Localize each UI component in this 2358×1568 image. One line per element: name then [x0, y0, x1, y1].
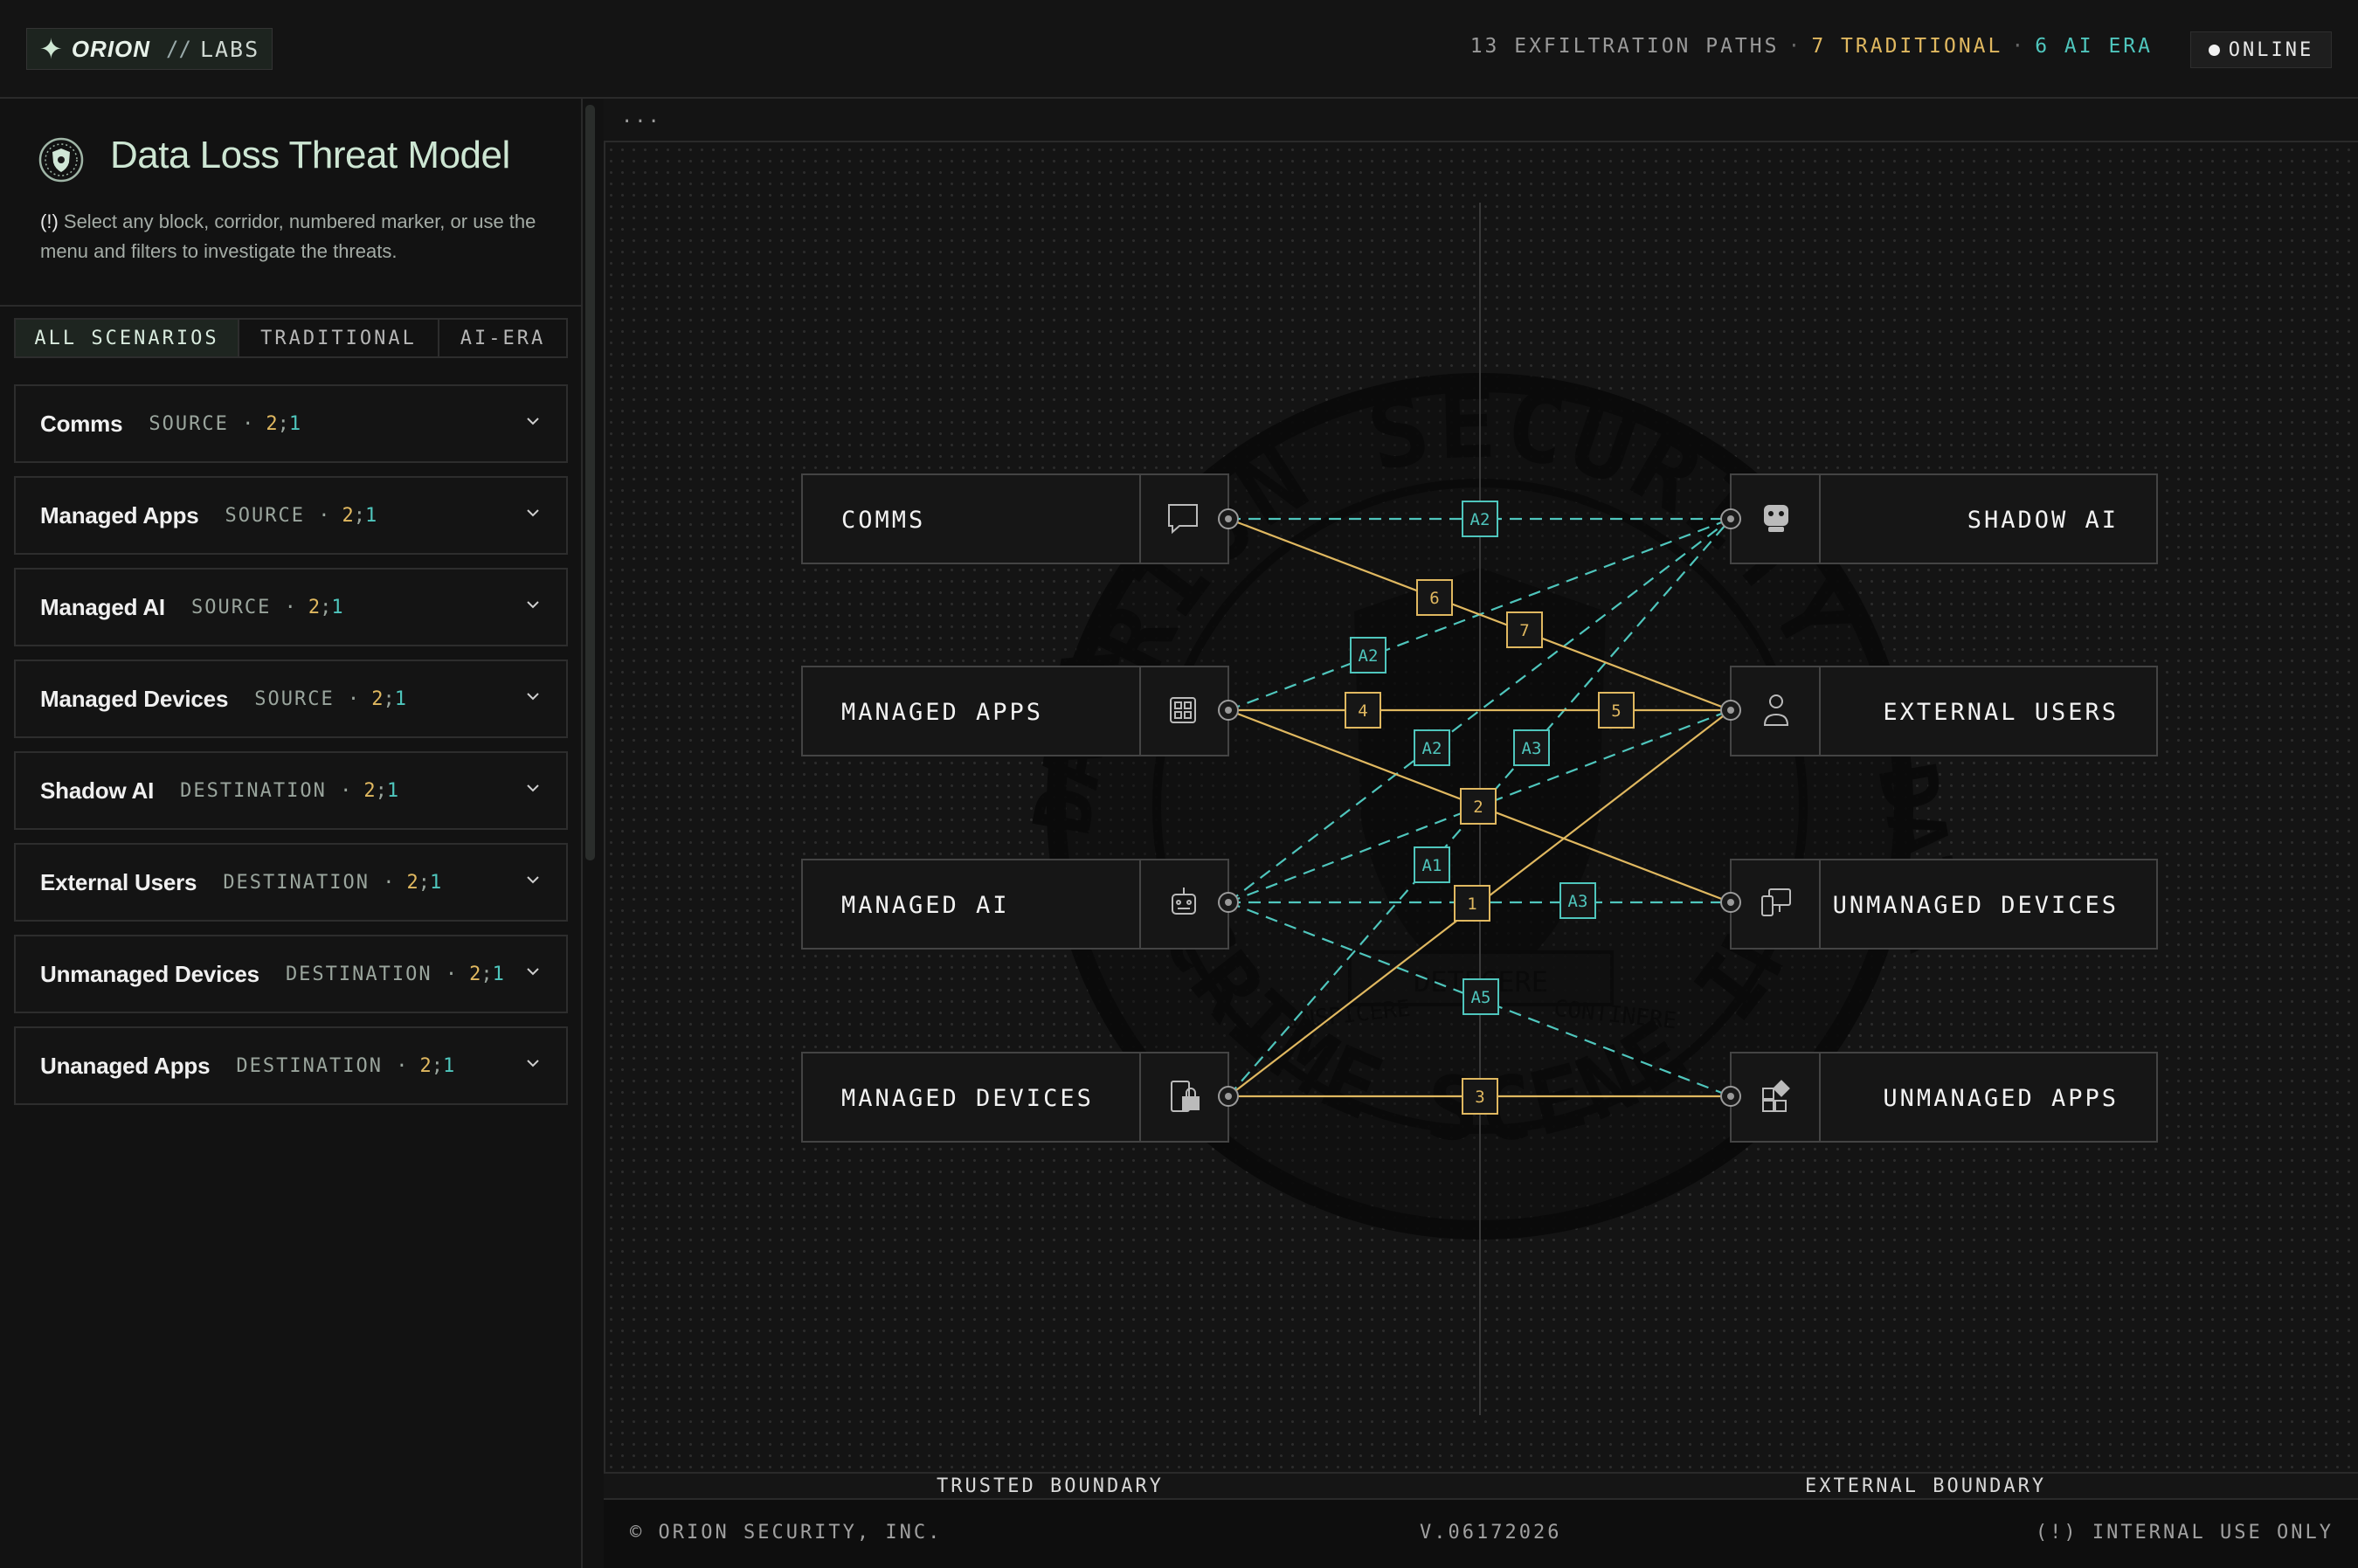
source-node-managed-devices[interactable]: MANAGED DEVICES	[801, 1052, 1229, 1143]
copyright: © ORION SECURITY, INC.	[630, 1522, 943, 1544]
destination-node-shadow-ai[interactable]: SHADOW AI	[1730, 473, 2158, 564]
svg-text:1: 1	[1467, 895, 1476, 914]
footer: © ORION SECURITY, INC. V.06172026 (!) IN…	[604, 1498, 2358, 1568]
threat-diagram: ORION SECURITY CRIME SCENE INVESTI DETEG…	[0, 0, 2158, 1415]
marker-2[interactable]: 2	[1460, 788, 1497, 825]
destination-node-unmanaged-apps[interactable]: UNMANAGED APPS	[1730, 1052, 2158, 1143]
svg-text:A2: A2	[1470, 510, 1490, 529]
svg-text:5: 5	[1611, 701, 1621, 721]
external-boundary-label: EXTERNAL BOUNDARY	[1805, 1475, 2047, 1497]
svg-text:A2: A2	[1359, 646, 1379, 666]
marker-5[interactable]: 5	[1598, 692, 1635, 729]
destination-node-external-users[interactable]: EXTERNAL USERS	[1730, 666, 2158, 756]
internal-notice: (!) INTERNAL USE ONLY	[2035, 1522, 2334, 1544]
svg-text:6: 6	[1429, 589, 1439, 608]
svg-text:2: 2	[1473, 798, 1483, 817]
marker-a1[interactable]: A1	[1414, 846, 1450, 883]
node-label: EXTERNAL USERS	[1883, 699, 2119, 726]
node-label: MANAGED APPS	[841, 699, 1043, 726]
node-label: MANAGED DEVICES	[841, 1085, 1094, 1112]
marker-a2[interactable]: A2	[1414, 729, 1450, 766]
marker-6[interactable]: 6	[1416, 579, 1453, 616]
svg-text:7: 7	[1519, 621, 1529, 640]
node-label: MANAGED AI	[841, 892, 1010, 919]
boundary-bar: TRUSTED BOUNDARY EXTERNAL BOUNDARY	[604, 1472, 2358, 1498]
node-label: COMMS	[841, 507, 925, 534]
marker-a2[interactable]: A2	[1462, 501, 1498, 537]
svg-text:A5: A5	[1471, 988, 1491, 1007]
trusted-boundary-label: TRUSTED BOUNDARY	[937, 1475, 1164, 1497]
marker-4[interactable]: 4	[1345, 692, 1381, 729]
marker-a3[interactable]: A3	[1559, 882, 1596, 919]
seal-watermark: ORION SECURITY CRIME SCENE INVESTI DETEG…	[0, 0, 1982, 1240]
version: V.06172026	[1420, 1522, 1562, 1544]
destination-node-unmanaged-devices[interactable]: UNMANAGED DEVICES	[1730, 859, 2158, 950]
node-label: SHADOW AI	[1967, 507, 2119, 534]
node-label: UNMANAGED APPS	[1883, 1085, 2119, 1112]
marker-1[interactable]: 1	[1454, 885, 1490, 922]
source-node-comms[interactable]: COMMS	[801, 473, 1229, 564]
marker-a5[interactable]: A5	[1463, 978, 1499, 1015]
marker-7[interactable]: 7	[1506, 611, 1543, 648]
svg-text:A3: A3	[1568, 892, 1588, 911]
svg-text:A2: A2	[1422, 739, 1442, 758]
svg-text:A3: A3	[1522, 739, 1542, 758]
svg-text:3: 3	[1475, 1088, 1484, 1107]
node-label: UNMANAGED DEVICES	[1833, 892, 2119, 919]
source-node-managed-apps[interactable]: MANAGED APPS	[801, 666, 1229, 756]
marker-3[interactable]: 3	[1462, 1078, 1498, 1115]
marker-a2[interactable]: A2	[1350, 637, 1386, 673]
svg-text:4: 4	[1358, 701, 1367, 721]
marker-a3[interactable]: A3	[1513, 729, 1550, 766]
source-node-managed-ai[interactable]: MANAGED AI	[801, 859, 1229, 950]
svg-text:A1: A1	[1422, 856, 1442, 875]
